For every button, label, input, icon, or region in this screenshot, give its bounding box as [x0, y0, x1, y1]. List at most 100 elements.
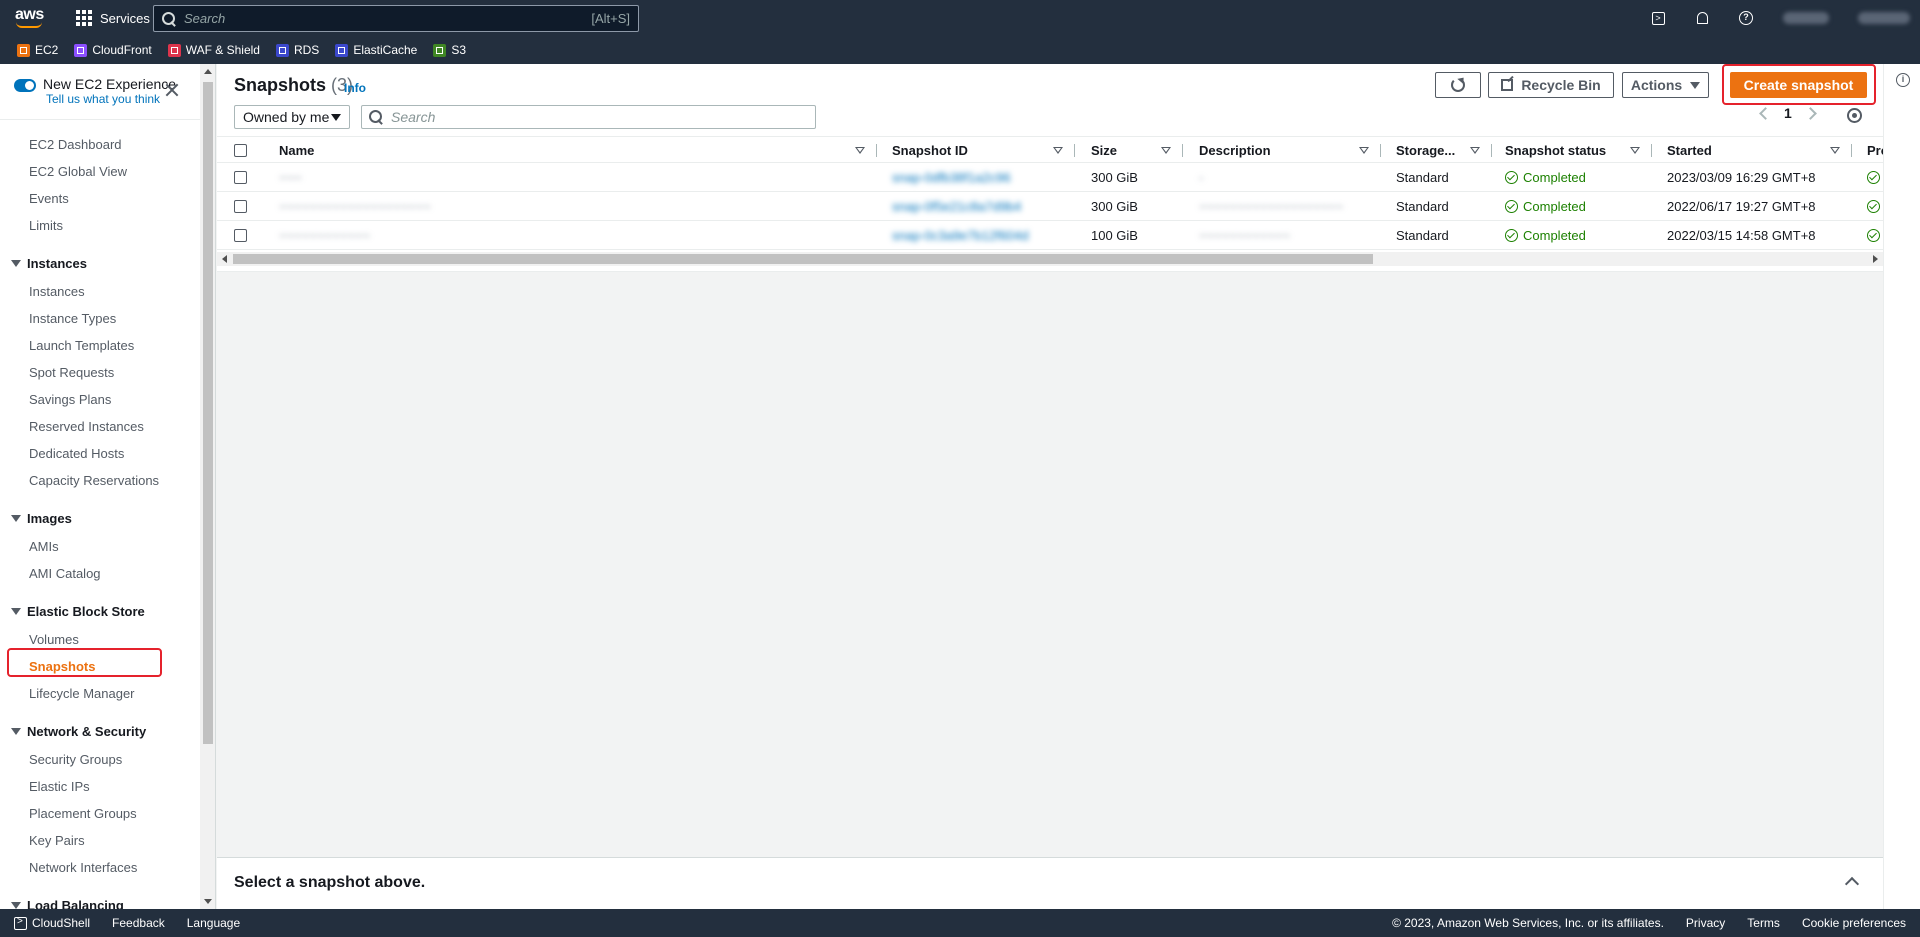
close-icon[interactable]	[164, 82, 180, 98]
language-link[interactable]: Language	[187, 916, 240, 930]
region-selector[interactable]	[1776, 0, 1836, 36]
favorite-elasticache[interactable]: ElastiCache	[335, 43, 417, 57]
column-header-started[interactable]: Started	[1667, 137, 1712, 164]
check-circle-icon	[1505, 171, 1518, 184]
sort-icon[interactable]	[1630, 147, 1640, 154]
info-icon[interactable]: i	[1896, 73, 1910, 87]
sidebar-item-capacity-reservations[interactable]: Capacity Reservations	[29, 473, 159, 488]
table-row[interactable]: ~~~~~~~~~~~~~~~~~~~~ snap-0f5e21c8a7d9b4 3…	[217, 192, 1883, 221]
owner-filter-select[interactable]: Owned by me	[234, 105, 350, 129]
sidebar-item-volumes[interactable]: Volumes	[29, 632, 79, 647]
sidebar-item-key-pairs[interactable]: Key Pairs	[29, 833, 85, 848]
table-row[interactable]: ~~~~~~~~~~~~ snap-0c3a9e7b12f604d 100 GiB ~…	[217, 221, 1883, 250]
favorite-label: ElastiCache	[353, 43, 418, 57]
sidebar-scrollbar[interactable]	[200, 64, 215, 909]
select-all-checkbox[interactable]	[234, 137, 247, 164]
recycle-bin-button[interactable]: Recycle Bin	[1488, 72, 1614, 98]
main-content: Snapshots (3) Info Recycle Bin Actions C…	[217, 64, 1889, 909]
notifications-bell-icon[interactable]	[1688, 0, 1716, 36]
snapshot-id-link[interactable]: snap-0dfb38f1a2c96	[892, 170, 1011, 185]
global-search-input[interactable]: Search [Alt+S]	[153, 5, 639, 32]
feedback-link[interactable]: Tell us what you think	[46, 92, 176, 106]
new-experience-toggle[interactable]	[14, 79, 36, 92]
sidebar-item-ec2-dashboard[interactable]: EC2 Dashboard	[29, 137, 122, 152]
table-header: Name Snapshot ID Size Description Storag…	[217, 136, 1889, 164]
column-header-name[interactable]: Name	[279, 137, 314, 164]
sidebar-item-amis[interactable]: AMIs	[29, 539, 59, 554]
terms-link[interactable]: Terms	[1747, 916, 1780, 930]
cloudshell-icon[interactable]: >	[1644, 0, 1672, 36]
services-button[interactable]: Services	[76, 8, 150, 28]
sort-icon[interactable]	[1053, 147, 1063, 154]
snapshot-id-link[interactable]: snap-0c3a9e7b12f604d	[892, 228, 1029, 243]
sidebar-item-spot-requests[interactable]: Spot Requests	[29, 365, 114, 380]
feedback-link[interactable]: Feedback	[112, 916, 165, 930]
favorite-waf-shield[interactable]: WAF & Shield	[167, 43, 260, 57]
sidebar-item-reserved-instances[interactable]: Reserved Instances	[29, 419, 144, 434]
column-header-storage-tier[interactable]: Storage...	[1396, 137, 1455, 164]
column-header-snapshot-status[interactable]: Snapshot status	[1505, 137, 1606, 164]
sidebar-item-events[interactable]: Events	[29, 191, 69, 206]
sidebar-item-instances[interactable]: Instances	[29, 284, 85, 299]
page-number[interactable]: 1	[1784, 105, 1792, 121]
column-header-snapshot-id[interactable]: Snapshot ID	[892, 137, 968, 164]
column-header-description[interactable]: Description	[1199, 137, 1271, 164]
sidebar-item-savings-plans[interactable]: Savings Plans	[29, 392, 111, 407]
chevron-up-icon[interactable]	[1844, 876, 1860, 892]
sidebar-section-instances[interactable]: Instances	[11, 256, 87, 271]
sidebar-item-dedicated-hosts[interactable]: Dedicated Hosts	[29, 446, 124, 461]
sidebar-item-launch-templates[interactable]: Launch Templates	[29, 338, 134, 353]
started-time: 2022/03/15 14:58 GMT+8	[1667, 228, 1816, 243]
cookie-preferences-link[interactable]: Cookie preferences	[1802, 916, 1906, 930]
row-checkbox[interactable]	[234, 192, 247, 221]
snapshot-name: ~~~~~~~~~~~~~~~~~~~~	[279, 199, 431, 214]
sidebar-section-elastic-block-store[interactable]: Elastic Block Store	[11, 604, 145, 619]
sidebar-item-ec2-global-view[interactable]: EC2 Global View	[29, 164, 127, 179]
favorite-s3[interactable]: S3	[433, 43, 466, 57]
gear-icon[interactable]	[1847, 108, 1862, 123]
sidebar-item-lifecycle-manager[interactable]: Lifecycle Manager	[29, 686, 135, 701]
table-row[interactable]: ~~~ snap-0dfb38f1a2c96 300 GiB - Standard Com…	[217, 163, 1883, 192]
search-icon	[369, 110, 383, 124]
sidebar-section-images[interactable]: Images	[11, 511, 72, 526]
sidebar-section-load-balancing[interactable]: Load Balancing	[11, 898, 124, 909]
refresh-button[interactable]	[1435, 72, 1481, 98]
sort-icon[interactable]	[855, 147, 865, 154]
started-time: 2022/06/17 19:27 GMT+8	[1667, 199, 1816, 214]
sort-icon[interactable]	[1161, 147, 1171, 154]
sort-icon[interactable]	[1470, 147, 1480, 154]
sidebar-item-security-groups[interactable]: Security Groups	[29, 752, 122, 767]
services-label: Services	[100, 10, 150, 26]
sidebar-item-instance-types[interactable]: Instance Types	[29, 311, 116, 326]
sidebar-item-limits[interactable]: Limits	[29, 218, 63, 233]
snapshot-search-input[interactable]: Search	[361, 105, 816, 129]
snapshot-id-link[interactable]: snap-0f5e21c8a7d9b4	[892, 199, 1021, 214]
sort-icon[interactable]	[1830, 147, 1840, 154]
aws-logo[interactable]: aws	[15, 6, 45, 28]
previous-page-icon[interactable]	[1759, 106, 1772, 120]
help-icon[interactable]: ?	[1732, 0, 1760, 36]
favorite-cloudfront[interactable]: CloudFront	[74, 43, 152, 57]
sort-icon[interactable]	[1359, 147, 1369, 154]
table-horizontal-scrollbar[interactable]	[217, 252, 1883, 266]
sidebar-section-network-security[interactable]: Network & Security	[11, 724, 146, 739]
service-icon	[433, 43, 447, 57]
sidebar-item-network-interfaces[interactable]: Network Interfaces	[29, 860, 137, 875]
sidebar-item-elastic-ips[interactable]: Elastic IPs	[29, 779, 90, 794]
sidebar-item-placement-groups[interactable]: Placement Groups	[29, 806, 137, 821]
next-page-icon[interactable]	[1803, 106, 1817, 120]
split-panel-title: Select a snapshot above.	[234, 874, 426, 891]
sidebar-item-ami-catalog[interactable]: AMI Catalog	[29, 566, 101, 581]
column-header-size[interactable]: Size	[1091, 137, 1117, 164]
cloudshell-link[interactable]: CloudShell	[14, 916, 90, 931]
privacy-link[interactable]: Privacy	[1686, 916, 1725, 930]
caret-down-icon	[11, 260, 21, 267]
top-navigation: aws Services Search [Alt+S] > ? EC2 Cloud…	[0, 0, 1920, 64]
row-checkbox[interactable]	[234, 221, 247, 250]
row-checkbox[interactable]	[234, 163, 247, 192]
actions-dropdown[interactable]: Actions	[1622, 72, 1709, 98]
info-link[interactable]: Info	[344, 81, 366, 95]
favorite-rds[interactable]: RDS	[275, 43, 319, 57]
account-menu[interactable]	[1854, 0, 1914, 36]
favorite-ec2[interactable]: EC2	[17, 43, 58, 57]
